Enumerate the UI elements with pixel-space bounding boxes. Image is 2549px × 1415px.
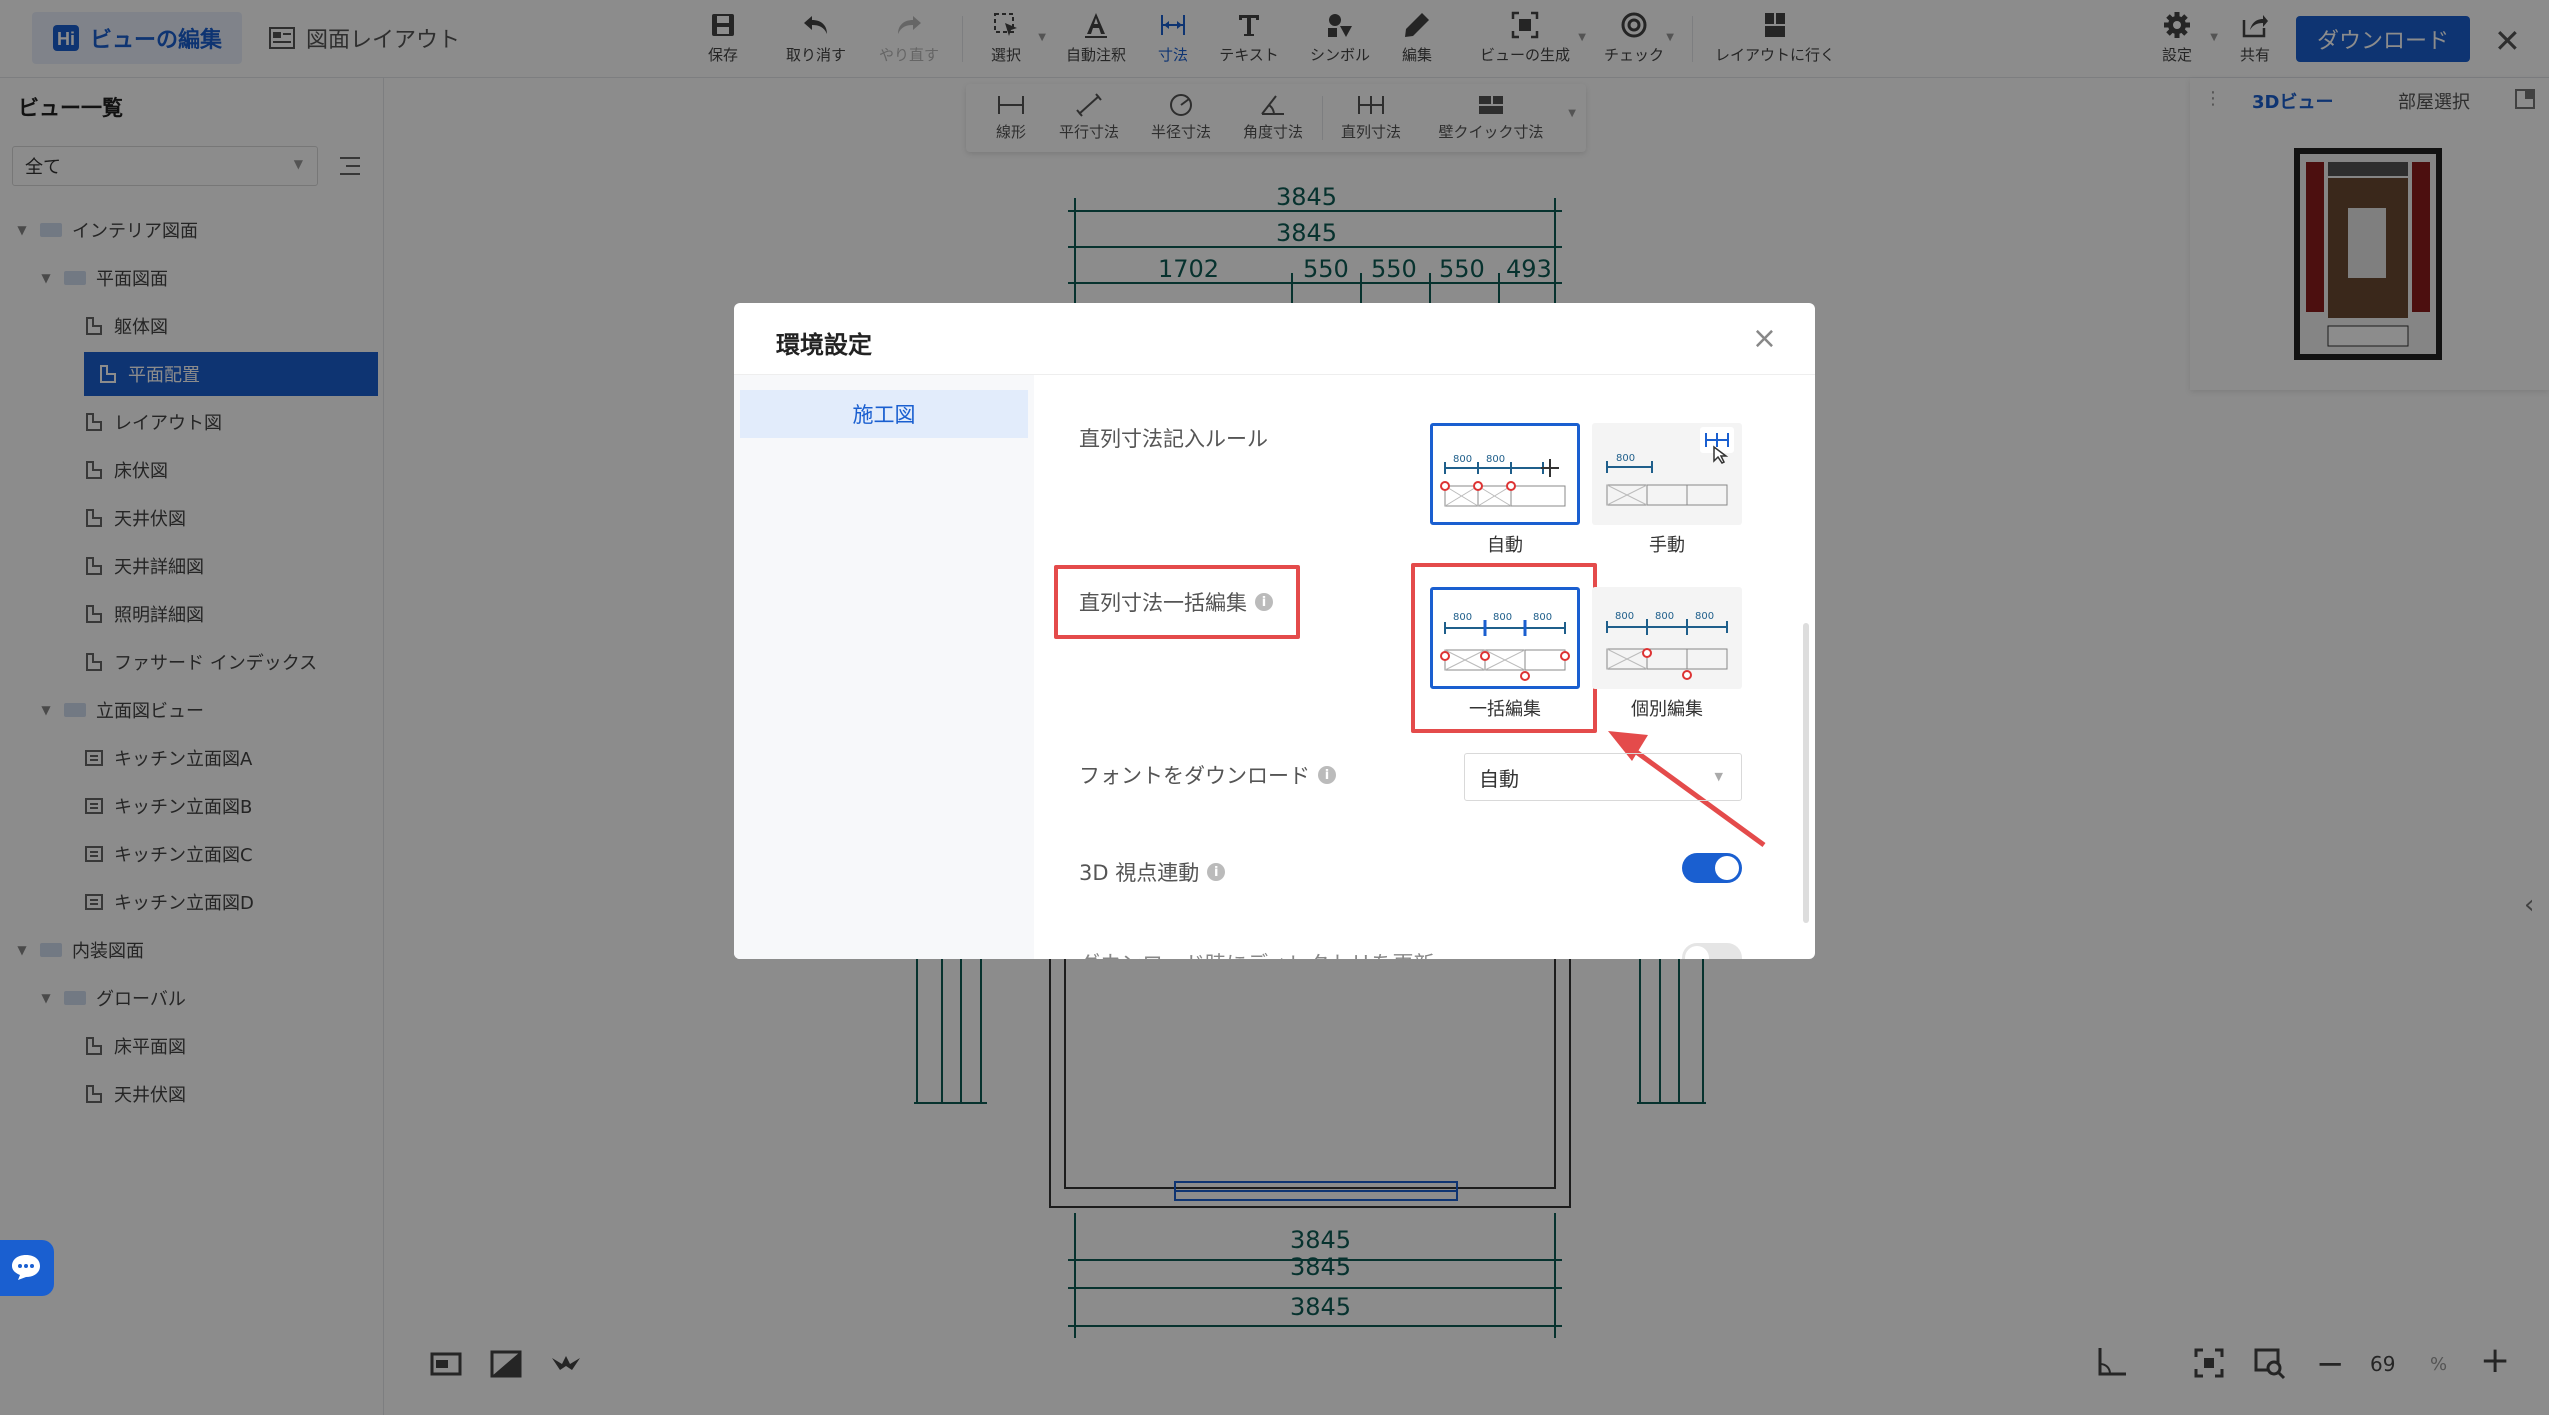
batch-option-bulk[interactable]: 800 800 800 (1430, 587, 1580, 689)
info-icon[interactable]: i (1255, 593, 1273, 611)
chat-button[interactable] (0, 1240, 54, 1296)
batch-edit-text: 直列寸法一括編集 (1079, 591, 1247, 615)
rule-option-manual-label: 手動 (1649, 535, 1685, 556)
thumb-dimension-text: 800 (1533, 612, 1552, 623)
download-update-toggle[interactable] (1682, 943, 1742, 959)
thumb-dimension-text: 800 (1655, 611, 1674, 622)
3d-sync-toggle[interactable] (1682, 853, 1742, 883)
3d-sync-label: 3D 視点連動 i (1079, 857, 1226, 887)
thumb-dimension-text: 800 (1695, 611, 1714, 622)
settings-modal: 環境設定 × 施工図 直列寸法記入ルール 800 800 自動 800 手動 直… (734, 303, 1815, 959)
batch-option-bulk-label: 一括編集 (1469, 699, 1541, 720)
thumb-dimension-text: 800 (1615, 611, 1634, 622)
auto-rule-preview: 800 800 (1440, 454, 1566, 507)
batch-option-individual[interactable]: 800 800 800 (1592, 587, 1742, 689)
individual-edit-preview: 800 800 800 (1606, 611, 1728, 680)
rule-option-auto-label: 自動 (1487, 535, 1523, 556)
download-update-label: ダウンロード時にディレクトリを更新 (1079, 948, 1435, 959)
modal-title: 環境設定 (776, 331, 872, 359)
modal-header: 環境設定 × (734, 303, 1815, 375)
modal-nav: 施工図 (734, 375, 1034, 959)
modal-scrollbar[interactable] (1803, 623, 1809, 923)
info-icon[interactable]: i (1318, 766, 1336, 784)
thumb-dimension-text: 800 (1493, 612, 1512, 623)
info-icon[interactable]: i (1207, 863, 1226, 881)
batch-option-individual-label: 個別編集 (1631, 699, 1703, 720)
font-download-value: 自動 (1479, 766, 1519, 791)
font-download-text: フォントをダウンロード (1079, 764, 1310, 788)
thumb-dimension-text: 800 (1486, 454, 1505, 465)
thumb-dimension-text: 800 (1453, 612, 1472, 623)
serial-dimension-rule-text: 直列寸法記入ルール (1079, 427, 1268, 451)
download-update-text: ダウンロード時にディレクトリを更新 (1079, 948, 1435, 959)
close-icon[interactable]: × (1752, 321, 1777, 356)
manual-rule-preview: 800 (1606, 427, 1734, 506)
font-download-label: フォントをダウンロード i (1079, 760, 1336, 790)
thumb-dimension-text: 800 (1453, 454, 1472, 465)
bulk-edit-preview: 800 800 800 (1440, 612, 1570, 681)
thumb-dimension-text: 800 (1616, 453, 1635, 464)
rule-option-auto[interactable]: 800 800 (1430, 423, 1580, 525)
toggle-knob (1715, 856, 1739, 880)
chat-bubble-icon (12, 1255, 40, 1280)
chevron-down-icon: ▼ (1714, 770, 1723, 783)
serial-dimension-rule-label: 直列寸法記入ルール (1079, 423, 1268, 453)
batch-edit-label: 直列寸法一括編集 i (1079, 587, 1273, 617)
3d-sync-text: 3D 視点連動 (1079, 861, 1200, 885)
nav-item-construction-drawing[interactable]: 施工図 (740, 390, 1028, 438)
toggle-knob (1685, 946, 1709, 959)
rule-option-manual[interactable]: 800 (1592, 423, 1742, 525)
font-download-select[interactable]: 自動 ▼ (1464, 753, 1742, 801)
